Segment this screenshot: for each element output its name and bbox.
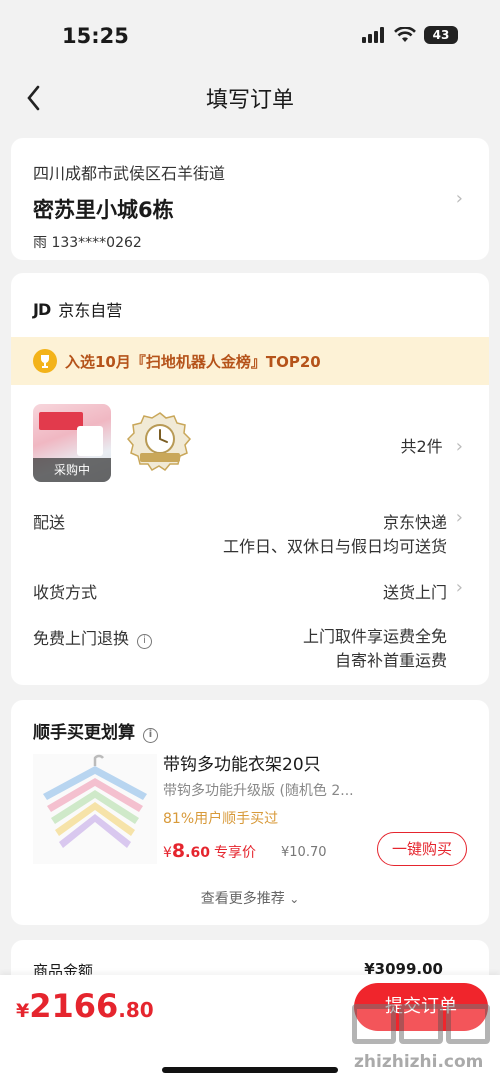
rank-banner[interactable]: 入选10月『扫地机器人金榜』TOP20 (11, 337, 489, 385)
shop-name: 京东自营 (58, 301, 123, 320)
product-thumbnail[interactable]: 采购中 (33, 404, 111, 482)
shop-header: JD 京东自营 (33, 297, 122, 321)
recommend-title-text: 顺手买更划算 (33, 723, 135, 743)
address-region: 四川成都市武侯区石羊街道 (33, 164, 226, 183)
status-time: 15:25 (62, 24, 129, 48)
info-icon[interactable]: i (137, 634, 153, 649)
order-card: JD 京东自营 入选10月『扫地机器人金榜』TOP20 采购中 共2件 › 配送… (11, 273, 489, 685)
total-price: ¥2166.80 (16, 987, 154, 1025)
price-tag: 专享价 (213, 845, 256, 861)
chevron-down-icon: ⌄ (289, 892, 300, 906)
chevron-right-icon: › (455, 188, 463, 209)
address-card[interactable]: 四川成都市武侯区石羊街道 密苏里小城6栋 雨 133****0262 › (11, 138, 489, 260)
address-contact: 雨 133****0262 (33, 235, 142, 251)
chevron-right-icon: › (455, 507, 463, 528)
procurement-badge: 采购中 (33, 458, 111, 482)
chevron-right-icon: › (455, 577, 463, 598)
wifi-icon (394, 27, 416, 42)
price-symbol: ¥ (163, 845, 172, 861)
rank-banner-text: 入选10月『扫地机器人金榜』TOP20 (65, 353, 321, 371)
warranty-seal-icon[interactable] (126, 409, 194, 477)
address-detail: 密苏里小城6栋 (33, 198, 174, 222)
jd-logo: JD (33, 299, 51, 319)
total-integer: 2166 (29, 987, 119, 1025)
delivery-note: 工作日、双休日与假日均可送货 (222, 537, 447, 556)
thumb-decoration (77, 426, 103, 456)
recommend-price: ¥8.60 专享价 (163, 840, 256, 862)
free-return-value-1: 上门取件享运费全免 (302, 627, 447, 646)
original-price: ¥10.70 (281, 845, 327, 860)
receive-method-label: 收货方式 (33, 583, 98, 602)
recommend-card: 顺手买更划算 i 带钩多功能衣架20只 带钩多功能升级版 (随机色 2... 81… (11, 700, 489, 925)
receive-method-value[interactable]: 送货上门 (383, 579, 447, 603)
delivery-label: 配送 (33, 513, 66, 532)
signal-icon (362, 27, 384, 43)
more-recommend-link[interactable]: 查看更多推荐 ⌄ (11, 888, 489, 908)
recommend-product-name[interactable]: 带钩多功能衣架20只 (163, 750, 321, 775)
watermark-logo (352, 1004, 490, 1044)
recommend-title: 顺手买更划算 i (33, 718, 158, 743)
site-watermark: zhizhizhi.com (350, 1000, 500, 1080)
delivery-value[interactable]: 京东快递 (383, 509, 447, 533)
one-click-buy-button[interactable]: 一键购买 (377, 832, 467, 866)
nav-bar: 填写订单 (0, 70, 500, 126)
trophy-icon (33, 349, 57, 373)
item-count-link[interactable]: 共2件 › (401, 433, 463, 457)
free-return-label: 免费上门退换 i (33, 625, 153, 649)
price-decimal: .60 (185, 845, 210, 861)
free-return-text: 免费上门退换 (33, 629, 130, 648)
more-recommend-text: 查看更多推荐 (200, 891, 285, 907)
hanger-product-image[interactable] (33, 754, 157, 864)
chevron-right-icon: › (455, 436, 463, 457)
free-return-value-2: 自寄补首重运费 (334, 651, 447, 670)
page-title: 填写订单 (205, 88, 294, 113)
home-indicator[interactable] (162, 1067, 338, 1073)
recommend-product-spec: 带钩多功能升级版 (随机色 2... (163, 783, 354, 799)
item-count: 共2件 (400, 437, 443, 456)
price-integer: 8 (171, 840, 186, 862)
recommend-buy-rate: 81%用户顺手买过 (163, 811, 279, 827)
status-bar: 15:25 43 (0, 0, 500, 70)
watermark-text: zhizhizhi.com (354, 1052, 484, 1072)
info-icon[interactable]: i (143, 728, 158, 743)
total-symbol: ¥ (16, 1000, 30, 1022)
total-decimal: .80 (118, 998, 154, 1022)
status-icons: 43 (362, 26, 458, 44)
battery-icon: 43 (424, 26, 458, 44)
